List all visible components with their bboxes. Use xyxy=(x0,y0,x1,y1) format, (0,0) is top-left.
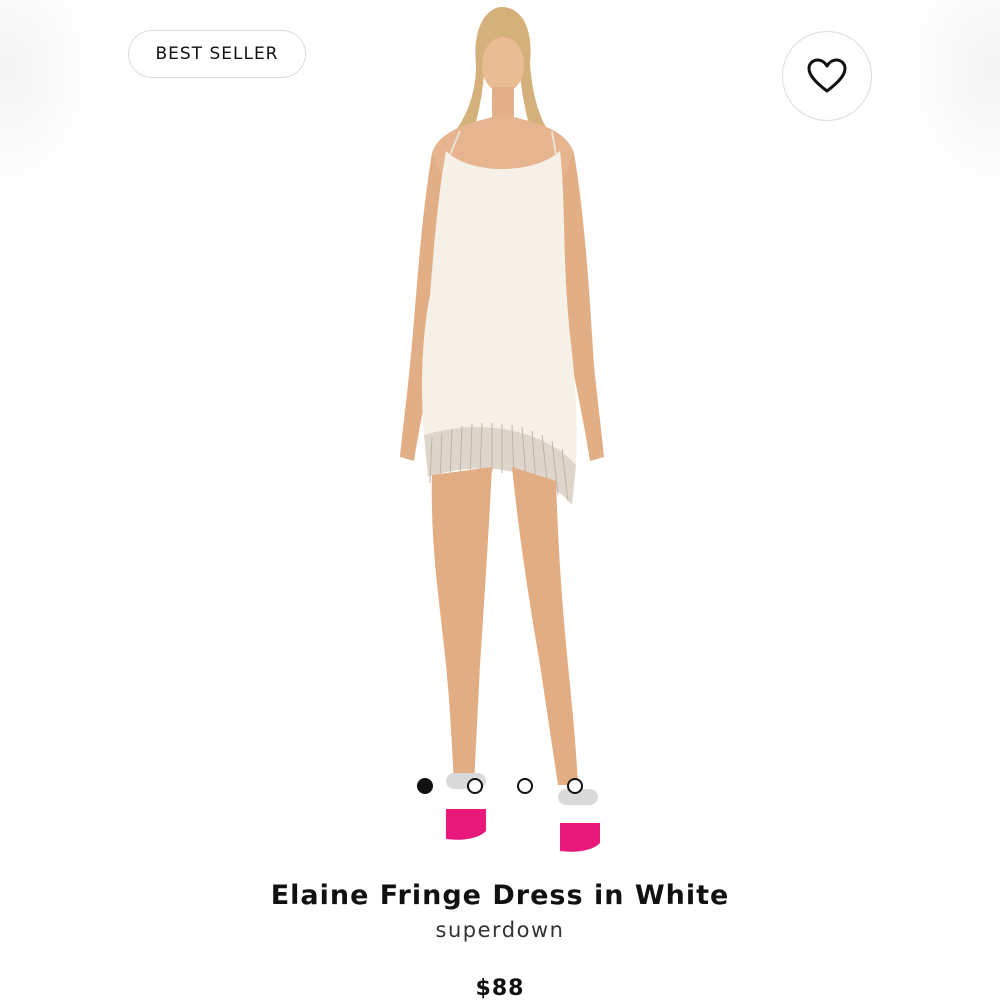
carousel-dot-4[interactable] xyxy=(567,778,583,794)
product-card: BEST SELLER Elaine Fringe Dress in White… xyxy=(0,0,1000,1000)
best-seller-badge: BEST SELLER xyxy=(128,30,306,78)
favorite-button[interactable] xyxy=(782,31,872,121)
model-left-leg xyxy=(431,467,492,785)
carousel-dot-3[interactable] xyxy=(517,778,533,794)
carousel-dot-1[interactable] xyxy=(417,778,433,794)
left-shoe xyxy=(446,809,486,840)
best-seller-label: BEST SELLER xyxy=(155,44,279,64)
model-face xyxy=(482,37,524,93)
right-shoe xyxy=(560,823,600,852)
heart-outline-icon xyxy=(807,58,847,93)
background-shade-right xyxy=(900,0,1000,200)
model-right-leg xyxy=(512,467,578,785)
carousel-dots xyxy=(0,776,1000,796)
background-shade-left xyxy=(0,0,100,200)
product-image[interactable] xyxy=(380,5,620,865)
carousel-dot-2[interactable] xyxy=(467,778,483,794)
product-price: $88 xyxy=(475,976,525,1000)
product-name[interactable]: Elaine Fringe Dress in White xyxy=(0,880,1000,911)
model-neck xyxy=(492,87,514,117)
product-brand[interactable]: superdown xyxy=(0,918,1000,942)
dress-body xyxy=(422,151,577,465)
